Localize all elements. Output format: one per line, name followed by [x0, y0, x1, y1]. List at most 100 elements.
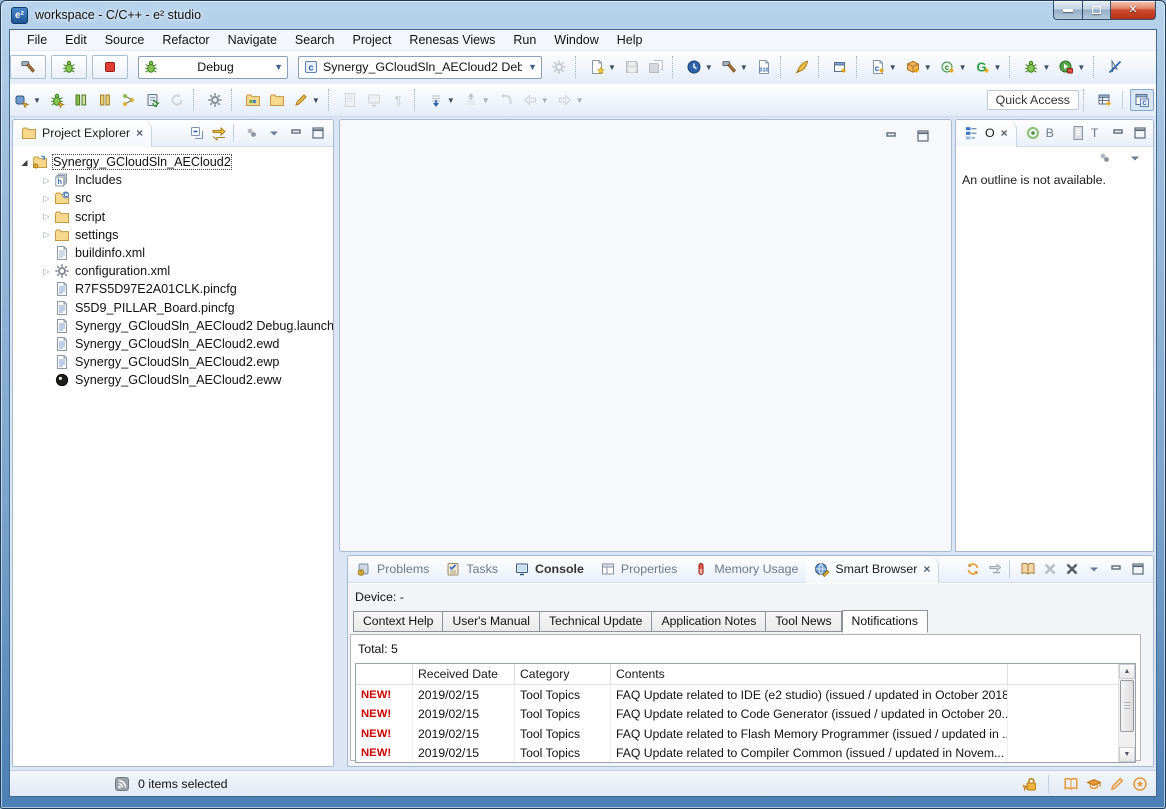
expand-arrow-icon[interactable]: ▷: [41, 194, 52, 203]
column-header-received-date[interactable]: Received Date: [413, 664, 515, 684]
tree-item-label[interactable]: settings: [75, 228, 118, 242]
build-button[interactable]: [10, 55, 46, 79]
expand-arrow-icon[interactable]: ▷: [41, 230, 52, 239]
collapse-arrow-icon[interactable]: ◢: [19, 158, 30, 167]
chevron-down-icon[interactable]: [1083, 559, 1105, 579]
chevron-down-icon[interactable]: [263, 123, 285, 143]
tree-item-label[interactable]: src: [75, 191, 92, 205]
editor-area[interactable]: [339, 119, 952, 552]
tree-item-label[interactable]: configuration.xml: [75, 264, 170, 278]
visual-expression-button-button[interactable]: [117, 89, 141, 111]
run-launch-button-button[interactable]: ▼: [1054, 56, 1089, 78]
new-package-button-button[interactable]: ▼: [901, 56, 936, 78]
table-row[interactable]: NEW!2019/02/15Tool TopicsFAQ Update rela…: [356, 685, 1135, 705]
skip-breakpoints-button-button[interactable]: [1103, 56, 1127, 78]
chevron-down-icon[interactable]: ▼: [274, 62, 283, 72]
tree-item-includes[interactable]: ▷hIncludes: [13, 171, 333, 189]
menu-refactor[interactable]: Refactor: [153, 31, 218, 49]
subtab-notifications[interactable]: Notifications: [842, 610, 928, 633]
minimize-button[interactable]: [1053, 1, 1083, 20]
terminate-button[interactable]: [92, 55, 128, 79]
close-icon[interactable]: ×: [923, 562, 930, 576]
open-resource-button-button[interactable]: [265, 89, 289, 111]
new-button-button[interactable]: ▼: [585, 56, 620, 78]
subtab-user-s-manual[interactable]: User's Manual: [443, 611, 540, 632]
code-generator-button-button[interactable]: G▼: [971, 56, 1006, 78]
table-row[interactable]: NEW!2019/02/15Tool TopicsFAQ Update rela…: [356, 724, 1135, 744]
dropdown-arrow-icon[interactable]: ▼: [740, 63, 748, 72]
tree-item-label[interactable]: Synergy_GCloudSln_AECloud2.eww: [75, 373, 282, 387]
tab-properties[interactable]: Properties: [592, 556, 685, 583]
tree-item-label[interactable]: script: [75, 210, 105, 224]
feedback-lock-icon[interactable]: [1022, 776, 1038, 792]
menu-renesas-views[interactable]: Renesas Views: [400, 31, 504, 49]
menu-help[interactable]: Help: [608, 31, 652, 49]
chevron-down-icon[interactable]: [1123, 147, 1147, 169]
scroll-thumb[interactable]: [1120, 680, 1134, 732]
compose-pen-icon[interactable]: [1109, 776, 1125, 792]
table-row[interactable]: NEW!2019/02/15Tool TopicsFAQ Update rela…: [356, 705, 1135, 725]
dropdown-arrow-icon[interactable]: ▼: [312, 96, 320, 105]
profiling-button-button[interactable]: ▼: [10, 89, 45, 111]
tree-item-synergy-gcloudsln-aecloud2-ewp[interactable]: Synergy_GCloudSln_AECloud2.ewp: [13, 353, 333, 371]
tree-item-s5d9-pillar-board-pincfg[interactable]: S5D9_PILLAR_Board.pincfg: [13, 299, 333, 317]
mark-occurrences-button-button[interactable]: ▼: [289, 89, 324, 111]
tree-item-src[interactable]: ▷Csrc: [13, 189, 333, 207]
minimize-icon[interactable]: [1107, 123, 1129, 143]
debug-button[interactable]: [51, 55, 87, 79]
binary-utility-button-button[interactable]: 010: [752, 56, 776, 78]
new-class-button-button[interactable]: c▼: [936, 56, 971, 78]
tree-item-label[interactable]: Synergy_GCloudSln_AECloud2.ewp: [75, 355, 279, 369]
menu-search[interactable]: Search: [286, 31, 344, 49]
minimize-icon[interactable]: [285, 123, 307, 143]
menu-project[interactable]: Project: [344, 31, 401, 49]
manual-book-icon[interactable]: [1063, 776, 1079, 792]
dropdown-arrow-icon[interactable]: ▼: [576, 96, 584, 105]
tab-problems[interactable]: !Problems: [348, 556, 437, 583]
tab-outline-o[interactable]: O×: [956, 120, 1017, 147]
tree-item-configuration-xml[interactable]: ▷configuration.xml: [13, 262, 333, 280]
open-perspective-button[interactable]: [1093, 89, 1117, 111]
title-bar[interactable]: e² workspace - C/C++ - e² studio ✕: [1, 1, 1165, 29]
book-icon[interactable]: [1017, 559, 1039, 579]
dropdown-arrow-icon[interactable]: ▼: [33, 96, 41, 105]
link-editor-icon[interactable]: [208, 123, 230, 143]
dropdown-arrow-icon[interactable]: ▼: [705, 63, 713, 72]
close-icon[interactable]: ×: [136, 126, 143, 140]
column-header-category[interactable]: Category: [515, 664, 611, 684]
debug-config-combo[interactable]: Debug▼: [138, 56, 288, 79]
tab-tasks[interactable]: Tasks: [437, 556, 506, 583]
rss-icon[interactable]: [114, 776, 130, 792]
suspend-button-button[interactable]: [93, 89, 117, 111]
table-scrollbar[interactable]: ▲ ▼: [1118, 664, 1135, 762]
close-button[interactable]: ✕: [1111, 1, 1156, 20]
tree-item-buildinfo-xml[interactable]: buildinfo.xml: [13, 244, 333, 262]
configuration-button-button[interactable]: [203, 89, 227, 111]
scroll-up-icon[interactable]: ▲: [1119, 664, 1135, 679]
tab-outline-t[interactable]: T: [1062, 120, 1107, 147]
view-menu-dots-icon[interactable]: [1093, 147, 1117, 169]
tracex-button-button[interactable]: [790, 56, 814, 78]
tree-item-label[interactable]: Synergy_GCloudSln_AECloud2: [53, 155, 231, 169]
maximize-icon[interactable]: [1129, 123, 1151, 143]
transfer-icon[interactable]: [984, 559, 1006, 579]
tree-item-settings[interactable]: ▷ settings: [13, 226, 333, 244]
tab-smart-browser[interactable]: Smart Browser×: [806, 556, 939, 583]
community-star-icon[interactable]: [1132, 776, 1148, 792]
maximize-icon[interactable]: [307, 123, 329, 143]
dropdown-arrow-icon[interactable]: ▼: [924, 63, 932, 72]
collapse-all-icon[interactable]: [186, 123, 208, 143]
tree-item-synergy-gcloudsln-aecloud2-eww[interactable]: Synergy_GCloudSln_AECloud2.eww: [13, 371, 333, 389]
profile-button-button[interactable]: ▼: [682, 56, 717, 78]
profile-debug-button-button[interactable]: [45, 89, 69, 111]
cpp-perspective-button[interactable]: C: [1130, 89, 1154, 111]
dropdown-arrow-icon[interactable]: ▼: [994, 63, 1002, 72]
refresh-views-button-button[interactable]: [141, 89, 165, 111]
learn-cap-icon[interactable]: [1086, 776, 1102, 792]
subtab-application-notes[interactable]: Application Notes: [652, 611, 766, 632]
build-all-button-button[interactable]: ▼: [717, 56, 752, 78]
dropdown-arrow-icon[interactable]: ▼: [889, 63, 897, 72]
menu-run[interactable]: Run: [504, 31, 545, 49]
open-projects-button-button[interactable]: [241, 89, 265, 111]
debug-launch-button-button[interactable]: ▼: [1019, 56, 1054, 78]
